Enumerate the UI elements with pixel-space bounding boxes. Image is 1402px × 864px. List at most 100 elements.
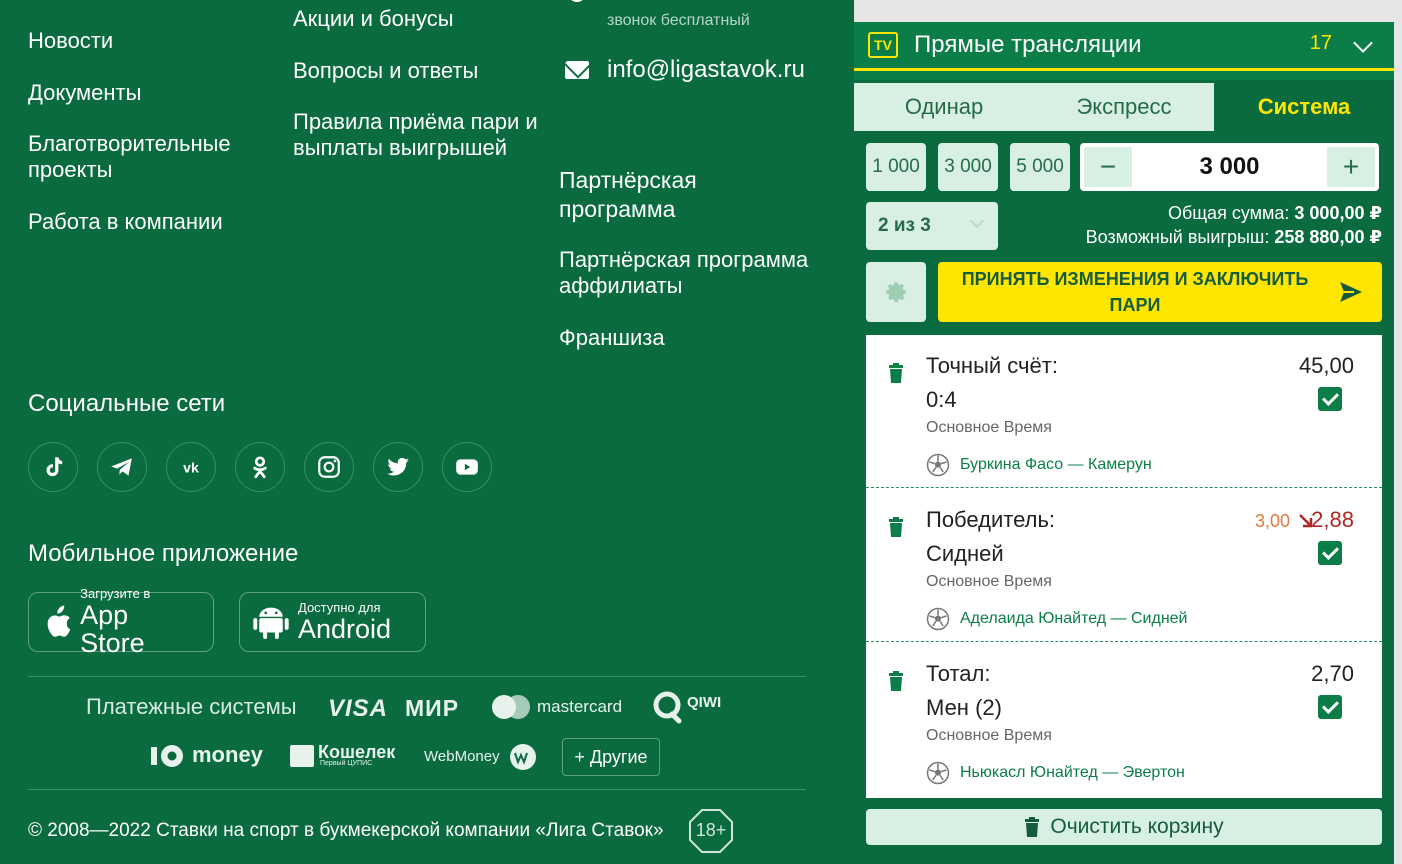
bet-period: Основное Время	[926, 573, 1052, 590]
mail-icon	[565, 61, 589, 79]
tab-system[interactable]: Система	[1214, 83, 1394, 131]
trash-icon[interactable]	[888, 363, 904, 383]
win-value: 258 880,00 ₽	[1274, 227, 1382, 247]
other-payments-button[interactable]: + Другие	[562, 738, 660, 776]
visa-logo: VISA	[328, 695, 389, 722]
bet-item: Точный счёт: 45,00 0:4 Основное Время Бу…	[866, 335, 1382, 488]
mir-logo: МИР	[405, 695, 460, 721]
youtube-icon[interactable]	[442, 442, 492, 492]
social-title: Социальные сети	[28, 390, 226, 417]
bet-odd: 2,88	[1311, 507, 1354, 532]
total-value: 3 000,00 ₽	[1294, 203, 1382, 223]
bet-checkbox[interactable]	[1318, 387, 1342, 411]
footer-divider-2	[28, 789, 806, 790]
live-streams-bar[interactable]: TV Прямые трансляции 17	[854, 22, 1394, 68]
bet-match[interactable]: Буркина Фасо — Камерун	[926, 453, 1152, 477]
app-store-button[interactable]: Загрузите в App Store	[28, 587, 214, 657]
mastercard-logo: mastercard	[537, 697, 623, 716]
accept-changes-button[interactable]: ПРИНЯТЬ ИЗМЕНЕНИЯ И ЗАКЛЮЧИТЬ ПАРИ	[938, 262, 1382, 322]
bet-type: Победитель:	[926, 507, 1056, 532]
bet-checkbox[interactable]	[1318, 695, 1342, 719]
instagram-icon[interactable]	[304, 442, 354, 492]
bet-period: Основное Время	[926, 419, 1052, 436]
email-contact[interactable]: info@ligastavok.ru	[565, 56, 805, 84]
footer-link-franchise[interactable]: Франшиза	[559, 325, 665, 351]
qiwi-icon	[652, 690, 684, 724]
bet-match-label: Буркина Фасо — Камерун	[960, 456, 1152, 473]
koshelek-icon	[290, 745, 314, 767]
apple-icon	[47, 605, 71, 637]
yoomoney-icon	[150, 743, 186, 769]
settings-button[interactable]	[866, 262, 926, 322]
total-amount: Общая сумма: 3 000,00 ₽	[1168, 203, 1382, 224]
system-select[interactable]: 2 из 3	[866, 202, 998, 250]
app-store-subtitle: Загрузите в	[80, 586, 151, 601]
webmoney-icon	[508, 742, 538, 772]
quick-stake-3000[interactable]: 3 000	[938, 143, 998, 191]
bet-type-tabs: Одинар Экспресс Система	[854, 83, 1394, 131]
stake-increase-button[interactable]: +	[1327, 147, 1375, 187]
tab-single[interactable]: Одинар	[854, 83, 1034, 131]
footer-link-rules[interactable]: Правила приёма пари и выплаты выигрышей	[293, 109, 543, 161]
odnoklassniki-icon[interactable]	[235, 442, 285, 492]
bet-item: Тотал: 2,70 Мен (2) Основное Время Ньюка…	[866, 643, 1382, 796]
footer-link-charity[interactable]: Благотворительные проекты	[28, 131, 268, 183]
bet-list: Точный счёт: 45,00 0:4 Основное Время Бу…	[866, 335, 1382, 798]
gear-icon	[886, 282, 906, 302]
footer-link-promotions[interactable]: Акции и бонусы	[293, 6, 454, 32]
footer-link-partner[interactable]: Партнёрская программа	[559, 166, 739, 224]
bet-match[interactable]: Аделаида Юнайтед — Сидней	[926, 607, 1187, 631]
bet-odd: 2,70	[1311, 661, 1354, 686]
football-icon	[926, 607, 950, 631]
bet-checkbox[interactable]	[1318, 541, 1342, 565]
send-icon	[1340, 282, 1362, 302]
stake-decrease-button[interactable]: −	[1084, 147, 1132, 187]
qiwi-logo: QIWI	[687, 694, 722, 711]
android-icon	[253, 607, 289, 639]
clear-betslip-label: Очистить корзину	[1050, 815, 1224, 838]
telegram-icon[interactable]	[97, 442, 147, 492]
app-store-label: App Store	[80, 600, 145, 658]
chevron-down-icon	[969, 213, 985, 229]
tiktok-icon[interactable]	[28, 442, 78, 492]
mobile-app-title: Мобильное приложение	[28, 540, 299, 567]
footer-link-news[interactable]: Новости	[28, 28, 113, 54]
social-links: vk	[28, 442, 492, 492]
stake-value[interactable]: 3 000	[1134, 153, 1325, 181]
bet-match[interactable]: Ньюкасл Юнайтед — Эвертон	[926, 761, 1185, 785]
footer-link-affiliates[interactable]: Партнёрская программа аффилиаты	[559, 247, 819, 299]
footer-link-documents[interactable]: Документы	[28, 80, 141, 106]
quick-stake-5000[interactable]: 5 000	[1010, 143, 1070, 191]
trash-icon[interactable]	[888, 517, 904, 537]
webmoney-logo: WebMoney	[424, 748, 500, 765]
android-button[interactable]: Доступно для Android	[239, 592, 426, 652]
football-icon	[926, 761, 950, 785]
tab-express[interactable]: Экспресс	[1034, 83, 1214, 131]
tv-icon: TV	[868, 32, 898, 58]
twitter-icon[interactable]	[373, 442, 423, 492]
stake-stepper[interactable]: − 3 000 +	[1080, 143, 1379, 191]
chevron-down-icon[interactable]	[1353, 33, 1373, 53]
quick-stake-1000[interactable]: 1 000	[866, 143, 926, 191]
phone-icon	[568, 0, 586, 2]
age-restriction-badge: 18+	[688, 808, 734, 854]
trash-icon[interactable]	[888, 671, 904, 691]
accept-label: ПРИНЯТЬ ИЗМЕНЕНИЯ И ЗАКЛЮЧИТЬ ПАРИ	[961, 269, 1309, 315]
bet-selection: 0:4	[926, 387, 957, 412]
vk-icon[interactable]: vk	[166, 442, 216, 492]
footer-divider	[28, 676, 806, 677]
clear-betslip-button[interactable]: Очистить корзину	[866, 809, 1382, 845]
koshelek-sub: Первый ЦУПИС	[320, 760, 373, 767]
age-label: 18+	[695, 820, 727, 840]
accent-line	[854, 68, 1394, 80]
bet-selection: Сидней	[926, 541, 1004, 566]
footer-link-faq[interactable]: Вопросы и ответы	[293, 58, 478, 84]
site-footer: Новости Документы Благотворительные прое…	[0, 0, 854, 864]
betslip-body: TV Прямые трансляции 17 Одинар Экспресс …	[854, 22, 1394, 864]
total-label: Общая сумма:	[1167, 203, 1290, 223]
android-label: Android	[298, 614, 392, 644]
email-link[interactable]: info@ligastavok.ru	[607, 56, 805, 84]
contact-note: звонок бесплатный	[607, 12, 750, 29]
footer-link-careers[interactable]: Работа в компании	[28, 209, 223, 235]
bet-match-label: Ньюкасл Юнайтед — Эвертон	[960, 764, 1185, 781]
